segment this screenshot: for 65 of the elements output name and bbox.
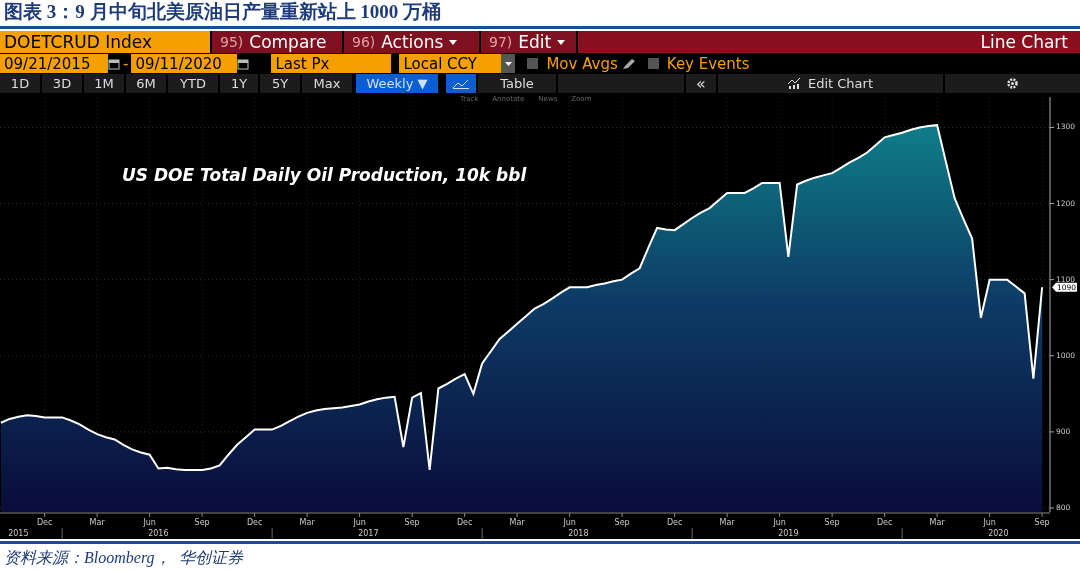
start-date-field[interactable]: 09/21/2015: [0, 54, 108, 73]
x-tick-label: Sep: [404, 518, 420, 527]
line-chart-button[interactable]: [446, 74, 476, 93]
edit-chart-button[interactable]: Edit Chart: [718, 74, 943, 93]
line-chart-icon: [453, 78, 469, 89]
checkbox[interactable]: [527, 58, 539, 69]
collapse-button[interactable]: «: [686, 74, 716, 93]
end-date-field[interactable]: 09/11/2020: [131, 54, 238, 73]
year-label: 2020: [988, 529, 1009, 538]
x-tick-label: Dec: [246, 518, 263, 527]
x-tick-label: Sep: [194, 518, 210, 527]
x-tick-label: Jun: [143, 518, 156, 527]
view-title: Line Chart: [578, 31, 1080, 53]
range-button[interactable]: 1M: [84, 74, 124, 93]
x-tick-label: Dec: [876, 518, 893, 527]
x-tick-label: Sep: [1034, 518, 1050, 527]
option-label: Mov Avgs: [546, 54, 618, 73]
menu-button[interactable]: 97) Edit: [481, 31, 576, 53]
price-field[interactable]: Last Px: [271, 54, 392, 73]
calendar-icon[interactable]: [108, 57, 120, 70]
option-label: Key Events: [666, 54, 750, 73]
checkbox[interactable]: [647, 58, 659, 69]
year-label: 2015: [8, 529, 29, 538]
x-tick-label: Mar: [719, 518, 735, 527]
x-tick-label: Mar: [929, 518, 945, 527]
date-separator: -: [122, 54, 130, 73]
x-tick-label: Mar: [509, 518, 525, 527]
currency-field[interactable]: Local CCY: [399, 54, 502, 73]
x-tick-label: Jun: [563, 518, 576, 527]
security-field[interactable]: DOETCRUD Index: [0, 31, 210, 53]
frequency-dropdown[interactable]: Weekly ▼: [356, 74, 438, 93]
figure-title: 图表 3：9 月中旬北美原油日产量重新站上 1000 万桶: [3, 0, 442, 24]
range-button[interactable]: YTD: [168, 74, 218, 93]
x-tick-label: Mar: [299, 518, 315, 527]
x-tick-label: Dec: [36, 518, 53, 527]
settings-icon: [1006, 77, 1019, 90]
range-button[interactable]: 1Y: [220, 74, 258, 93]
x-tick-label: Dec: [456, 518, 473, 527]
x-tick-label: Sep: [824, 518, 840, 527]
calendar-icon[interactable]: [237, 57, 250, 70]
year-label: 2017: [358, 529, 379, 538]
range-button[interactable]: 3D: [42, 74, 82, 93]
chart-icon: [787, 78, 802, 89]
chart-annotation: US DOE Total Daily Oil Production, 10k bbl: [122, 165, 527, 185]
caret-icon: [504, 61, 512, 66]
x-tick-label: Jun: [983, 518, 996, 527]
x-tick-label: Jun: [773, 518, 786, 527]
menu-button[interactable]: 96) Actions: [344, 31, 479, 53]
range-button[interactable]: 5Y: [260, 74, 300, 93]
x-tick-label: Mar: [89, 518, 105, 527]
dropdown-button[interactable]: [501, 54, 516, 73]
x-tick-label: Dec: [666, 518, 683, 527]
pencil-icon[interactable]: [621, 57, 636, 70]
range-button[interactable]: Max: [302, 74, 352, 93]
year-label: 2018: [568, 529, 589, 538]
year-label: 2019: [778, 529, 799, 538]
source-note: 资料来源：Bloomberg， 华创证券: [3, 547, 245, 569]
x-tick-label: Sep: [614, 518, 630, 527]
range-button[interactable]: 6M: [126, 74, 166, 93]
year-label: 2016: [148, 529, 169, 538]
table-button[interactable]: Table: [478, 74, 556, 93]
range-button[interactable]: 1D: [0, 74, 40, 93]
x-tick-label: Jun: [353, 518, 366, 527]
settings-button[interactable]: [945, 74, 1080, 93]
menu-button[interactable]: 95) Compare: [212, 31, 342, 53]
